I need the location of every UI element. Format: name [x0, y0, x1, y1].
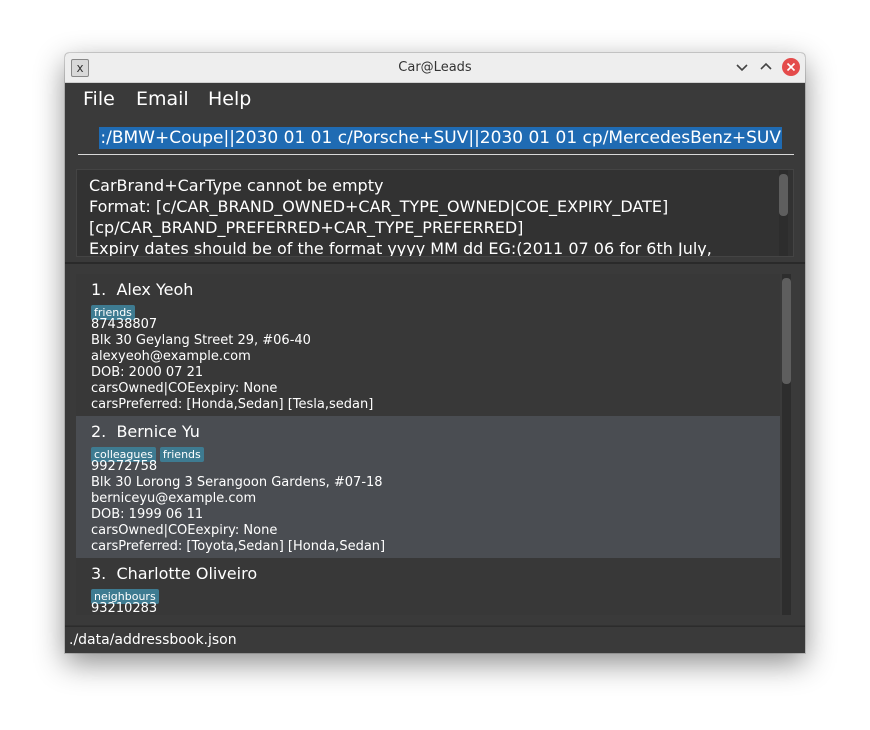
menu-file[interactable]: File [83, 83, 115, 116]
cars-preferred: carsPreferred: [Honda,Sedan] [Tesla,seda… [91, 397, 374, 412]
cars-preferred: carsPreferred: [Toyota,Sedan] [Honda,Sed… [91, 539, 386, 554]
person-name: 1. Alex Yeoh [91, 280, 194, 299]
save-location: ./data/addressbook.json [69, 632, 237, 648]
result-line: Format: [c/CAR_BRAND_OWNED+CAR_TYPE_OWNE… [89, 197, 669, 216]
dob: DOB: 2000 07 21 [91, 365, 204, 380]
close-icon[interactable] [782, 58, 800, 76]
result-area: CarBrand+CarType cannot be empty Format:… [65, 162, 805, 262]
list-scroll-thumb[interactable] [782, 278, 791, 384]
minimize-icon[interactable] [733, 58, 751, 76]
phone: 87438807 [91, 317, 158, 332]
dob: DOB: 1999 06 11 [91, 507, 204, 522]
tag-list: friends [91, 301, 139, 320]
person-list-area: 1. Alex Yeoh friends 87438807 Blk 30 Gey… [65, 264, 805, 625]
window-title: Car@Leads [398, 60, 472, 75]
person-card[interactable]: 3. Charlotte Oliveiro neighbours 9321028… [76, 558, 780, 615]
menu-help[interactable]: Help [208, 83, 251, 116]
command-area: :/BMW+Coupe||2030 01 01 c/Porsche+SUV||2… [65, 116, 805, 162]
result-scrollbar[interactable] [779, 170, 788, 256]
address: Blk 30 Lorong 3 Serangoon Gardens, #07-1… [91, 475, 383, 490]
cars-owned: carsOwned|COEexpiry: None [91, 523, 278, 538]
person-card[interactable]: 1. Alex Yeoh friends 87438807 Blk 30 Gey… [76, 274, 780, 416]
person-list: 1. Alex Yeoh friends 87438807 Blk 30 Gey… [76, 274, 780, 615]
phone: 99272758 [91, 459, 158, 474]
address: Blk 30 Geylang Street 29, #06-40 [91, 333, 311, 348]
tag-list: neighbours [91, 585, 163, 604]
tag-list: colleagues friends [91, 443, 208, 462]
result-scroll-thumb[interactable] [779, 174, 788, 216]
menu-bar: File Email Help [65, 83, 805, 116]
tag: friends [159, 447, 204, 462]
person-card[interactable]: 2. Bernice Yu colleagues friends 99272758… [76, 416, 780, 558]
command-text: :/BMW+Coupe||2030 01 01 c/Porsche+SUV||2… [99, 127, 782, 149]
result-line: Expiry dates should be of the format yyy… [89, 239, 712, 257]
result-line: [cp/CAR_BRAND_PREFERRED+CAR_TYPE_PREFERR… [89, 218, 524, 237]
person-name: 3. Charlotte Oliveiro [91, 564, 258, 583]
email: alexyeoh@example.com [91, 349, 251, 364]
maximize-icon[interactable] [757, 58, 775, 76]
list-scrollbar[interactable] [782, 274, 791, 615]
title-bar: x Car@Leads [65, 53, 805, 83]
person-name: 2. Bernice Yu [91, 422, 200, 441]
cars-owned: carsOwned|COEexpiry: None [91, 381, 278, 396]
email: berniceyu@example.com [91, 491, 257, 506]
menu-email[interactable]: Email [136, 83, 189, 116]
command-input[interactable]: :/BMW+Coupe||2030 01 01 c/Porsche+SUV||2… [78, 124, 794, 155]
phone: 93210283 [91, 601, 158, 615]
app-window: x Car@Leads File Email Help :/BMW+Coupe|… [65, 53, 805, 653]
result-display: CarBrand+CarType cannot be empty Format:… [76, 169, 794, 257]
status-bar: ./data/addressbook.json [65, 626, 805, 653]
result-line: CarBrand+CarType cannot be empty [89, 176, 384, 195]
